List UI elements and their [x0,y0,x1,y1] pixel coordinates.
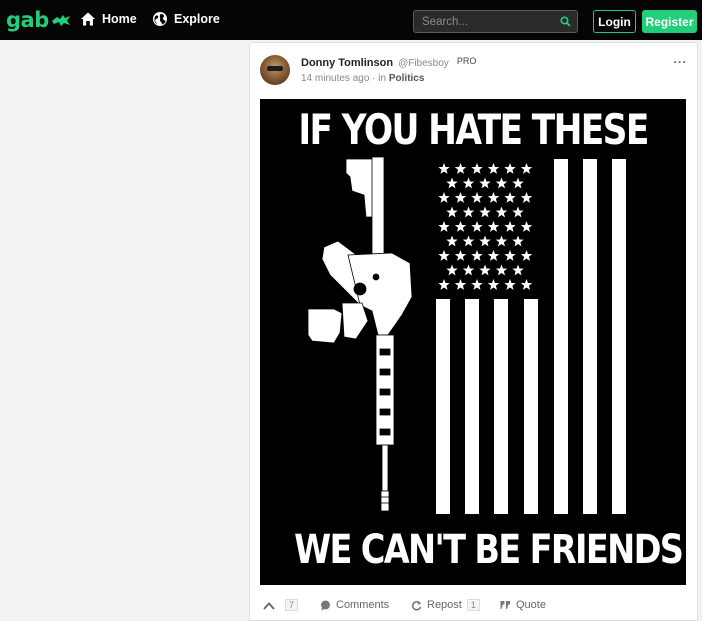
repost-button[interactable]: Repost 1 [411,599,480,611]
flag-star [479,264,491,276]
comments-label: Comments [336,599,390,611]
nav-explore-label: Explore [174,12,220,26]
flag-star [446,264,458,276]
flag-star [520,279,533,290]
quote-icon [500,601,510,609]
chevron-up-icon [263,601,275,610]
flag-star [495,264,508,276]
comments-button[interactable]: Comments [320,599,389,611]
top-navbar: gab Home Explore Login Register [0,0,702,40]
flag-star [504,163,516,174]
frog-logo-icon [51,15,70,26]
search-icon[interactable] [560,16,571,27]
flag-star [504,250,516,261]
post-actions: 7 Comments Repost 1 Quote [250,599,699,619]
flag-star [479,206,491,218]
more-options-icon[interactable]: ··· [674,55,688,69]
flag-star [512,206,524,218]
flag-star [438,192,450,203]
flag-star [520,250,533,261]
flag-star [520,163,533,174]
flag-star [438,163,450,174]
flag-star [454,163,467,174]
flag-stars [438,163,533,290]
author-username[interactable]: @Fibesboy [398,58,449,69]
flag-star [454,192,467,203]
flag-star [454,221,467,232]
flag-star [438,279,450,290]
flag-star [504,279,516,290]
flag-star [446,206,458,218]
comment-icon [321,600,330,610]
flag-star [471,192,483,203]
quote-button[interactable]: Quote [500,599,546,611]
post-timestamp[interactable]: 14 minutes ago [301,73,369,84]
flag-star [438,221,450,232]
nav-home-label: Home [102,12,137,26]
flag-star [446,177,458,189]
flag-star [520,221,533,232]
post-meta: 14 minutes ago · in Politics [301,73,424,84]
group-link[interactable]: Politics [389,73,425,84]
quote-label: Quote [516,599,546,611]
flag-star [512,177,524,189]
home-icon [81,12,95,26]
rifle-illustration [307,156,413,512]
flag-star [495,206,508,218]
flag-star [479,177,491,189]
author-display-name[interactable]: Donny Tomlinson [301,57,393,69]
avatar-sunglasses [267,66,283,71]
pro-badge: PRO [456,56,477,66]
register-button[interactable]: Register [642,10,697,33]
flag-star [504,192,516,203]
post-image[interactable]: IF YOU HATE THESE WE CAN'T BE FRIENDS [260,99,686,585]
nav-home[interactable]: Home [80,11,137,27]
flag-star [462,264,475,276]
repost-icon [411,600,422,611]
flag-star [479,235,491,247]
flag-star [438,250,450,261]
flag-star [487,250,500,261]
flag-star [471,221,483,232]
flag-star [495,235,508,247]
in-label: in [378,73,387,84]
flag-illustration [307,156,626,514]
upvote-button[interactable]: 7 [263,599,299,611]
flag-star [462,235,475,247]
flag-star [462,177,475,189]
flag-star [487,192,500,203]
logo-text: gab [6,8,49,32]
flag-star [487,221,500,232]
flag-star [471,163,483,174]
gab-logo[interactable]: gab [6,8,71,32]
flag-star [446,235,458,247]
flag-star [471,250,483,261]
post-card: Donny Tomlinson @Fibesboy PRO 14 minutes… [249,42,698,621]
flag-star [504,221,516,232]
post-author-line: Donny Tomlinson @Fibesboy PRO [301,56,477,69]
flag-star [512,264,524,276]
repost-label: Repost [427,599,462,611]
flag-star [462,206,475,218]
flag-star [520,192,533,203]
flag-star [454,250,467,261]
login-button[interactable]: Login [593,10,636,33]
flag-star [454,279,467,290]
flag-star [512,235,524,247]
flag-star [471,279,483,290]
globe-icon [153,12,167,26]
flag-star [495,177,508,189]
image-bottom-text: WE CAN'T BE FRIENDS [294,527,684,573]
search-box[interactable] [413,10,578,33]
flag-star [487,279,500,290]
repost-count: 1 [466,599,480,611]
flag-stripes [436,159,626,514]
nav-explore[interactable]: Explore [152,11,220,27]
search-input[interactable] [422,14,557,30]
avatar[interactable] [260,55,290,85]
upvote-count: 7 [285,599,299,611]
flag-star [487,163,500,174]
